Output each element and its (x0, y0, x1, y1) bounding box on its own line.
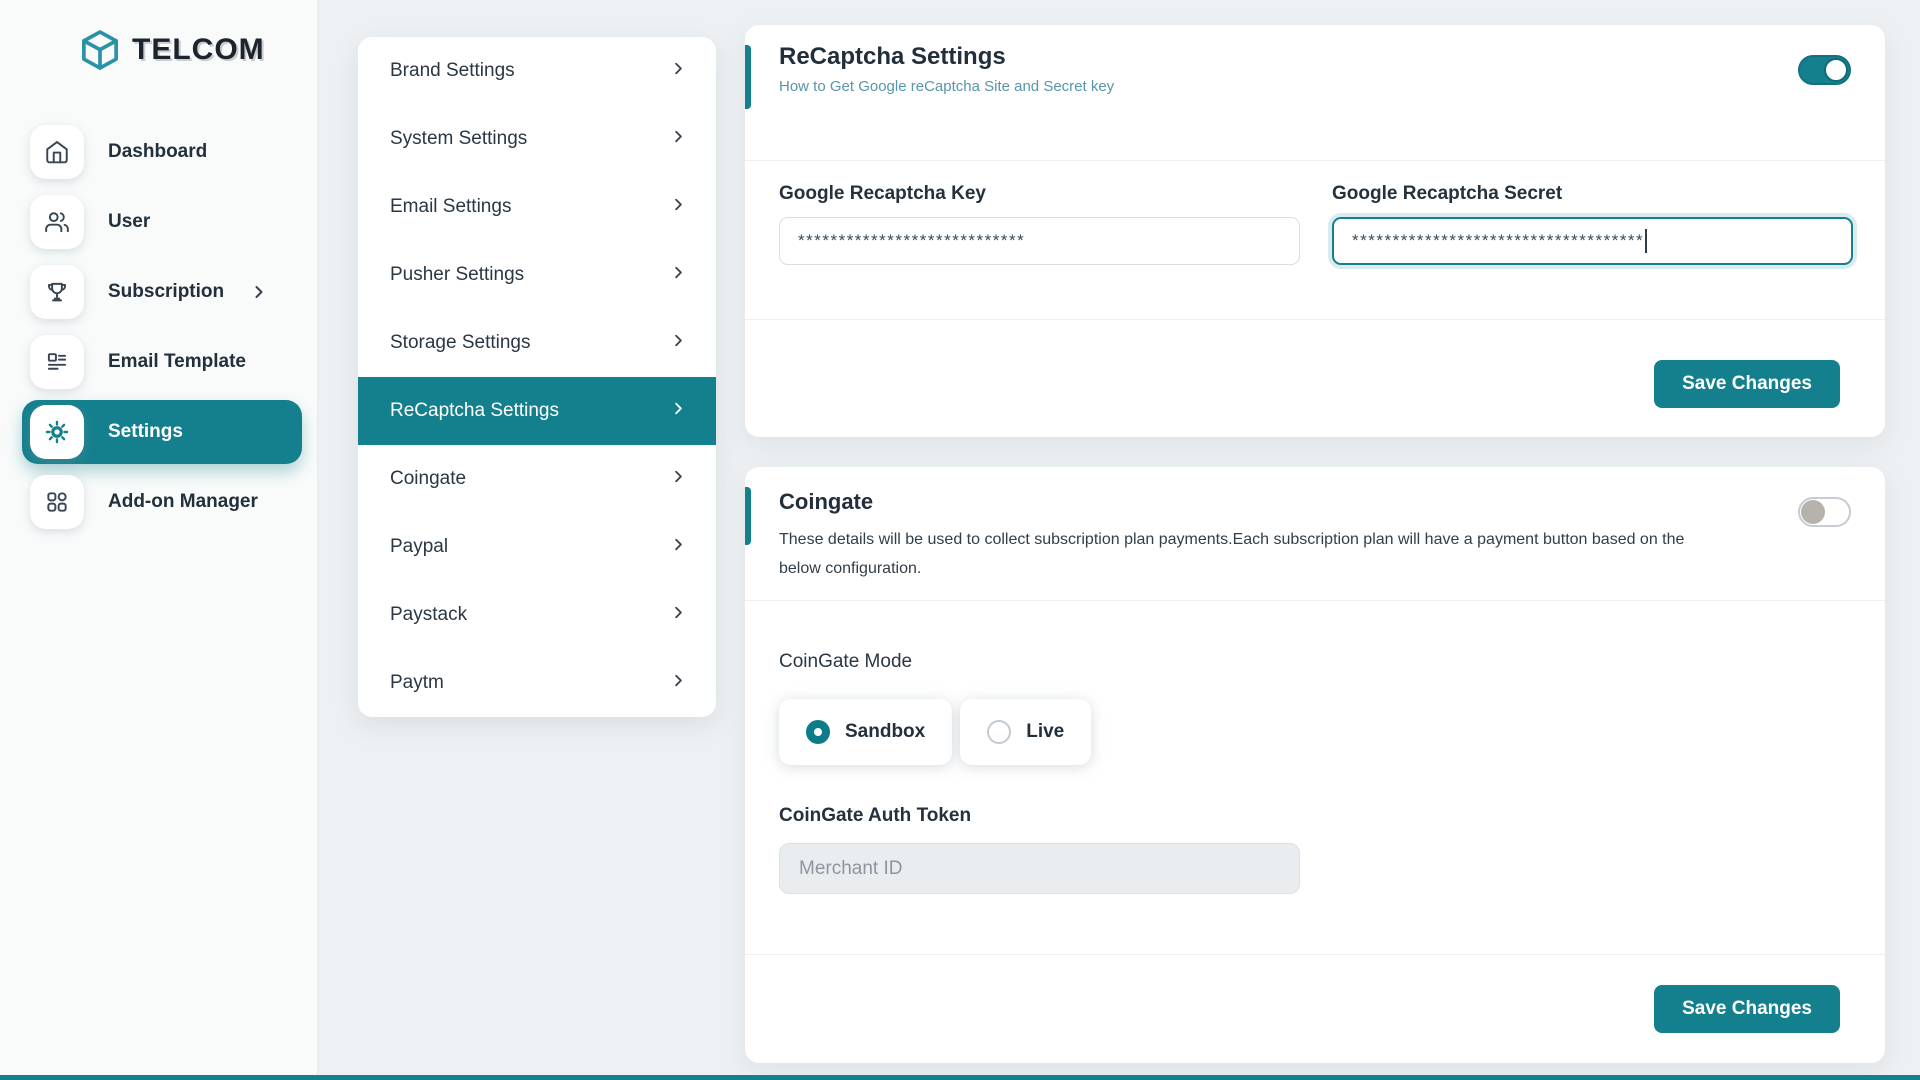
brand-name: TELCOM (132, 33, 265, 67)
live-radio-option[interactable]: Live (960, 699, 1091, 765)
submenu-label: Brand Settings (390, 60, 515, 82)
chevron-right-icon (669, 671, 688, 695)
coingate-card-title: Coingate (779, 489, 1841, 515)
settings-submenu: Brand Settings System Settings Email Set… (358, 37, 716, 717)
recaptcha-key-input[interactable]: **************************** (779, 217, 1300, 265)
recaptcha-help-link[interactable]: How to Get Google reCaptcha Site and Sec… (779, 78, 1841, 95)
sidebar-nav: Dashboard User (0, 120, 317, 540)
chevron-right-icon (669, 195, 688, 219)
gear-icon (30, 405, 84, 459)
submenu-item-pusher-settings[interactable]: Pusher Settings (358, 241, 716, 309)
submenu-item-system-settings[interactable]: System Settings (358, 105, 716, 173)
chevron-right-icon (669, 603, 688, 627)
submenu-label: System Settings (390, 128, 527, 150)
submenu-label: Pusher Settings (390, 264, 524, 286)
coingate-mode-label: CoinGate Mode (779, 651, 1841, 673)
recaptcha-fields: Google Recaptcha Key *******************… (745, 161, 1885, 319)
sidebar-item-settings[interactable]: Settings (22, 400, 302, 464)
submenu-item-paypal[interactable]: Paypal (358, 513, 716, 581)
chevron-right-icon (669, 59, 688, 83)
coingate-mode-options: Sandbox Live (779, 699, 1841, 765)
submenu-item-recaptcha-settings[interactable]: ReCaptcha Settings (358, 377, 716, 445)
submenu-label: Paystack (390, 604, 467, 626)
accent-bar (745, 487, 751, 545)
submenu-label: Coingate (390, 468, 466, 490)
template-icon (30, 335, 84, 389)
trophy-icon (30, 265, 84, 319)
coingate-body: CoinGate Mode Sandbox Live CoinGate Auth… (745, 601, 1885, 954)
accent-bar (745, 45, 751, 109)
recaptcha-key-field: Google Recaptcha Key *******************… (779, 183, 1300, 319)
toggle-knob (1824, 58, 1848, 82)
save-changes-button[interactable]: Save Changes (1654, 985, 1840, 1033)
submenu-label: Paytm (390, 672, 444, 694)
coingate-description: These details will be used to collect su… (779, 525, 1689, 583)
recaptcha-key-label: Google Recaptcha Key (779, 183, 1300, 205)
sidebar-item-label: Dashboard (108, 141, 207, 163)
coingate-card: Coingate These details will be used to c… (745, 467, 1885, 1063)
sidebar-item-label: Email Template (108, 351, 246, 373)
chevron-right-icon (669, 263, 688, 287)
submenu-label: ReCaptcha Settings (390, 400, 559, 422)
live-radio-label: Live (1026, 721, 1064, 743)
chevron-right-icon (669, 467, 688, 491)
sidebar-item-email-template[interactable]: Email Template (0, 330, 302, 394)
recaptcha-secret-label: Google Recaptcha Secret (1332, 183, 1853, 205)
recaptcha-secret-value: ************************************ (1352, 231, 1644, 251)
recaptcha-actions: Save Changes (745, 320, 1885, 408)
chevron-right-icon (249, 282, 269, 302)
coingate-auth-token-label: CoinGate Auth Token (779, 805, 1841, 827)
bottom-accent-strip (0, 1075, 1920, 1080)
coingate-auth-token-input[interactable] (779, 843, 1300, 894)
sidebar: TELCOM Dashboard User (0, 0, 318, 1080)
sidebar-item-label: Add-on Manager (108, 491, 258, 513)
sidebar-item-label: Subscription (108, 281, 224, 303)
chevron-right-icon (669, 127, 688, 151)
sidebar-item-label: User (108, 211, 150, 233)
recaptcha-card-title: ReCaptcha Settings (779, 43, 1841, 71)
coingate-actions: Save Changes (745, 955, 1885, 1033)
recaptcha-enable-toggle[interactable] (1798, 55, 1851, 85)
chevron-right-icon (669, 399, 688, 423)
sidebar-item-user[interactable]: User (0, 190, 302, 254)
submenu-label: Paypal (390, 536, 448, 558)
submenu-label: Storage Settings (390, 332, 530, 354)
submenu-item-paystack[interactable]: Paystack (358, 581, 716, 649)
grid-icon (30, 475, 84, 529)
submenu-item-storage-settings[interactable]: Storage Settings (358, 309, 716, 377)
sidebar-item-addon-manager[interactable]: Add-on Manager (0, 470, 302, 534)
submenu-label: Email Settings (390, 196, 511, 218)
submenu-item-email-settings[interactable]: Email Settings (358, 173, 716, 241)
home-icon (30, 125, 84, 179)
sidebar-item-subscription[interactable]: Subscription (0, 260, 302, 324)
text-caret (1645, 229, 1647, 253)
sandbox-radio[interactable] (806, 720, 830, 744)
sandbox-radio-option[interactable]: Sandbox (779, 699, 952, 765)
chevron-right-icon (669, 331, 688, 355)
sidebar-item-label: Settings (108, 421, 183, 443)
brand-logo[interactable]: TELCOM (78, 28, 265, 72)
coingate-enable-toggle[interactable] (1798, 497, 1851, 527)
live-radio[interactable] (987, 720, 1011, 744)
toggle-knob (1801, 500, 1825, 524)
sidebar-item-dashboard[interactable]: Dashboard (0, 120, 302, 184)
recaptcha-secret-input[interactable]: ************************************ (1332, 217, 1853, 265)
users-icon (30, 195, 84, 249)
save-changes-button[interactable]: Save Changes (1654, 360, 1840, 408)
recaptcha-key-value: **************************** (798, 231, 1025, 251)
sandbox-radio-label: Sandbox (845, 721, 925, 743)
recaptcha-card-header: ReCaptcha Settings How to Get Google reC… (745, 25, 1885, 160)
submenu-item-coingate[interactable]: Coingate (358, 445, 716, 513)
chevron-right-icon (669, 535, 688, 559)
submenu-item-paytm[interactable]: Paytm (358, 649, 716, 717)
recaptcha-secret-field: Google Recaptcha Secret ****************… (1332, 183, 1853, 319)
coingate-card-header: Coingate These details will be used to c… (745, 467, 1885, 600)
recaptcha-settings-card: ReCaptcha Settings How to Get Google reC… (745, 25, 1885, 437)
submenu-item-brand-settings[interactable]: Brand Settings (358, 37, 716, 105)
cube-logo-icon (78, 28, 122, 72)
